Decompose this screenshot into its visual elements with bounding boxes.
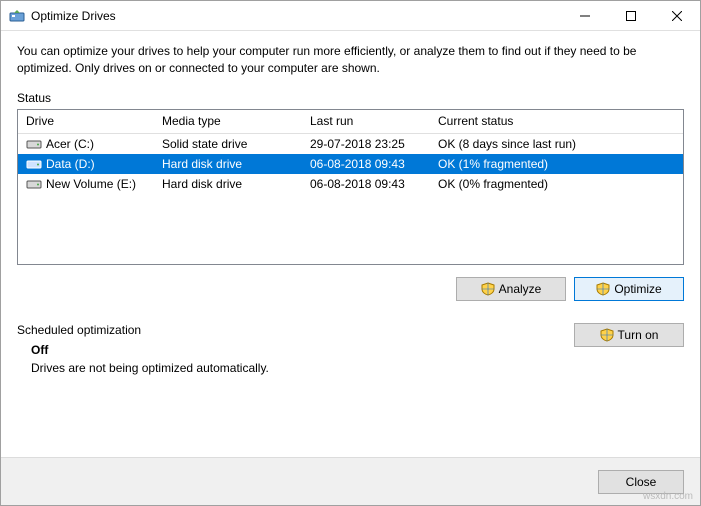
optimize-button[interactable]: Optimize — [574, 277, 684, 301]
drive-name: Acer (C:) — [46, 137, 94, 151]
drive-name: Data (D:) — [46, 157, 95, 171]
col-header-last[interactable]: Last run — [302, 114, 430, 128]
drive-status: OK (1% fragmented) — [430, 157, 683, 171]
shield-icon — [596, 282, 610, 296]
drive-media: Hard disk drive — [154, 157, 302, 171]
maximize-button[interactable] — [608, 1, 654, 31]
minimize-button[interactable] — [562, 1, 608, 31]
drive-media: Solid state drive — [154, 137, 302, 151]
close-dialog-button[interactable]: Close — [598, 470, 684, 494]
list-body: Acer (C:) Solid state drive29-07-2018 23:… — [18, 134, 683, 264]
drives-list: Drive Media type Last run Current status… — [17, 109, 684, 265]
action-buttons: Analyze Optimize — [17, 277, 684, 301]
app-icon — [9, 8, 25, 24]
watermark: wsxdn.com — [643, 491, 693, 502]
close-label: Close — [626, 475, 657, 489]
drive-lastrun: 06-08-2018 09:43 — [302, 157, 430, 171]
optimize-label: Optimize — [614, 282, 661, 296]
drive-lastrun: 06-08-2018 09:43 — [302, 177, 430, 191]
schedule-section: Scheduled optimization Off Drives are no… — [17, 323, 684, 375]
titlebar: Optimize Drives — [1, 1, 700, 31]
content-area: You can optimize your drives to help you… — [1, 31, 700, 457]
shield-icon — [481, 282, 495, 296]
drive-media: Hard disk drive — [154, 177, 302, 191]
schedule-state: Off — [31, 343, 574, 357]
close-button[interactable] — [654, 1, 700, 31]
status-label: Status — [17, 91, 684, 105]
window-title: Optimize Drives — [31, 9, 116, 23]
list-header: Drive Media type Last run Current status — [18, 110, 683, 134]
analyze-button[interactable]: Analyze — [456, 277, 566, 301]
optimize-drives-window: Optimize Drives You can optimize your dr… — [0, 0, 701, 506]
col-header-drive[interactable]: Drive — [18, 114, 154, 128]
analyze-label: Analyze — [499, 282, 542, 296]
drive-icon — [26, 158, 42, 170]
footer: Close — [1, 457, 700, 505]
table-row[interactable]: New Volume (E:) Hard disk drive06-08-2018… — [18, 174, 683, 194]
turn-on-label: Turn on — [618, 328, 659, 342]
col-header-status[interactable]: Current status — [430, 114, 683, 128]
drive-status: OK (0% fragmented) — [430, 177, 683, 191]
col-header-media[interactable]: Media type — [154, 114, 302, 128]
drive-icon — [26, 178, 42, 190]
drive-lastrun: 29-07-2018 23:25 — [302, 137, 430, 151]
schedule-label: Scheduled optimization — [17, 323, 574, 337]
drive-icon — [26, 138, 42, 150]
shield-icon — [600, 328, 614, 342]
intro-text: You can optimize your drives to help you… — [17, 43, 684, 77]
schedule-desc: Drives are not being optimized automatic… — [31, 361, 574, 375]
table-row[interactable]: Acer (C:) Solid state drive29-07-2018 23:… — [18, 134, 683, 154]
drive-name: New Volume (E:) — [46, 177, 136, 191]
table-row[interactable]: Data (D:) Hard disk drive06-08-2018 09:43… — [18, 154, 683, 174]
drive-status: OK (8 days since last run) — [430, 137, 683, 151]
turn-on-button[interactable]: Turn on — [574, 323, 684, 347]
